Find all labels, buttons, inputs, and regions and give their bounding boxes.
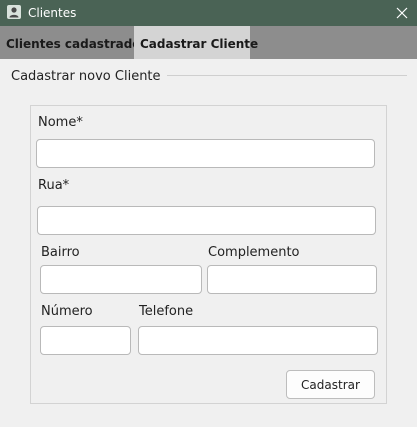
telefone-input[interactable]: [138, 326, 378, 355]
close-button[interactable]: [387, 0, 417, 26]
section-title: Cadastrar novo Cliente: [11, 69, 161, 84]
window-title: Clientes: [28, 6, 77, 20]
rua-label: Rua*: [38, 178, 70, 193]
complemento-input[interactable]: [207, 265, 377, 294]
user-icon: [7, 5, 21, 19]
tab-cadastrar-cliente[interactable]: Cadastrar Cliente: [134, 26, 258, 59]
telefone-label: Telefone: [139, 304, 194, 319]
numero-label: Número: [41, 304, 93, 319]
tab-clientes-cadastrados[interactable]: Clientes cadastrados: [0, 26, 148, 59]
section-divider: [167, 75, 407, 76]
nome-label: Nome*: [38, 115, 83, 130]
numero-input[interactable]: [40, 326, 131, 355]
bairro-input[interactable]: [40, 265, 202, 294]
close-icon: [396, 7, 408, 19]
bairro-label: Bairro: [41, 245, 80, 260]
tab-bar: Clientes cadastrados Cadastrar Cliente: [0, 26, 417, 59]
title-bar: Clientes: [0, 0, 417, 26]
tab-content: Cadastrar novo Cliente Nome* Rua* Bairro…: [0, 59, 417, 427]
nome-input[interactable]: [36, 139, 375, 168]
cadastrar-button[interactable]: Cadastrar: [286, 370, 375, 399]
complemento-label: Complemento: [208, 245, 300, 260]
rua-input[interactable]: [37, 206, 376, 235]
